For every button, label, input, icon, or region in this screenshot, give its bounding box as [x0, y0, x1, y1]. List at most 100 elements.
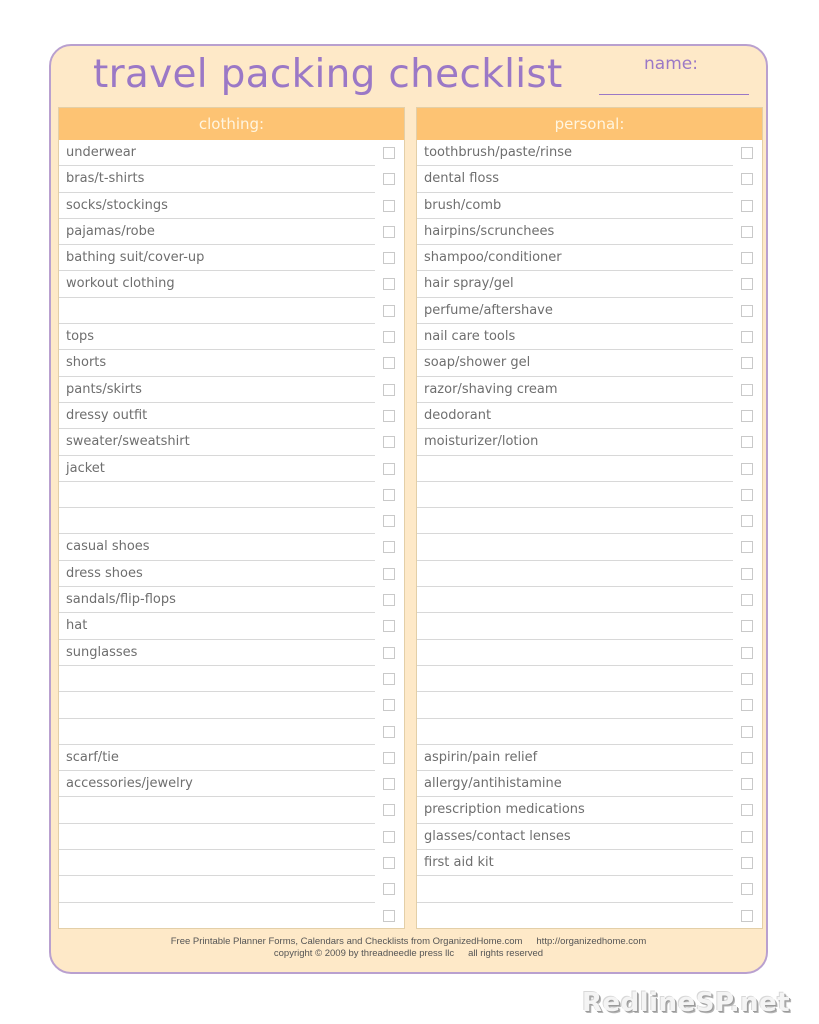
item-checkbox[interactable]: [741, 436, 753, 449]
footer-url[interactable]: http://organizedhome.com: [536, 936, 646, 947]
item-label: sandals/flip-flops: [66, 592, 176, 608]
item-label: pants/skirts: [66, 381, 142, 397]
item-checkbox[interactable]: [383, 147, 395, 159]
item-checkbox[interactable]: [741, 857, 753, 870]
item-label: hairpins/scrunchees: [424, 223, 555, 239]
item-checkbox[interactable]: [383, 409, 395, 422]
item-checkbox[interactable]: [383, 567, 395, 580]
checklist-row: [417, 613, 762, 640]
item-checkbox[interactable]: [383, 225, 395, 238]
item-checkbox[interactable]: [383, 594, 395, 607]
item-checkbox[interactable]: [383, 830, 395, 843]
item-checkbox[interactable]: [741, 541, 753, 554]
item-checkbox[interactable]: [741, 462, 753, 475]
item-checkbox[interactable]: [741, 278, 753, 291]
checklist-row: sunglasses: [59, 640, 404, 666]
item-checkbox[interactable]: [383, 331, 395, 344]
item-checkbox[interactable]: [383, 646, 395, 659]
item-checkbox[interactable]: [383, 462, 395, 475]
item-label: brush/comb: [424, 197, 502, 213]
item-checkbox[interactable]: [383, 751, 395, 764]
page-title: travel packing checklist: [93, 52, 563, 97]
item-checkbox[interactable]: [741, 620, 753, 633]
item-checkbox[interactable]: [383, 304, 395, 317]
item-checkbox[interactable]: [741, 331, 753, 344]
checklist-row: tops: [59, 324, 404, 351]
item-checkbox[interactable]: [383, 672, 395, 685]
item-label: casual shoes: [66, 539, 150, 555]
item-checkbox[interactable]: [741, 409, 753, 422]
item-checkbox[interactable]: [741, 699, 753, 712]
item-label: sweater/sweatshirt: [66, 434, 190, 450]
checklist-row: [417, 640, 762, 666]
item-checkbox[interactable]: [383, 778, 395, 791]
item-label: shampoo/conditioner: [424, 250, 562, 266]
checklist-row: dressy outfit: [59, 403, 404, 430]
item-checkbox[interactable]: [741, 725, 753, 738]
item-checkbox[interactable]: [741, 383, 753, 396]
item-checkbox[interactable]: [741, 225, 753, 238]
checklist-row: hat: [59, 613, 404, 640]
item-checkbox[interactable]: [741, 804, 753, 817]
item-checkbox[interactable]: [741, 778, 753, 791]
item-checkbox[interactable]: [741, 646, 753, 659]
item-checkbox[interactable]: [741, 751, 753, 764]
item-checkbox[interactable]: [741, 488, 753, 501]
checklist-row: deodorant: [417, 403, 762, 430]
checklist-row: [59, 824, 404, 851]
item-label: dress shoes: [66, 565, 143, 581]
item-checkbox[interactable]: [741, 304, 753, 317]
item-checkbox[interactable]: [383, 278, 395, 291]
checklist-row: first aid kit: [417, 850, 762, 877]
item-checkbox[interactable]: [383, 199, 395, 212]
item-checkbox[interactable]: [383, 515, 395, 528]
checklist-row: brush/comb: [417, 193, 762, 219]
item-checkbox[interactable]: [383, 857, 395, 870]
item-checkbox[interactable]: [383, 252, 395, 265]
item-checkbox[interactable]: [383, 357, 395, 370]
item-checkbox[interactable]: [741, 883, 753, 896]
item-checkbox[interactable]: [741, 173, 753, 186]
checklist-row: jacket: [59, 456, 404, 482]
item-label: moisturizer/lotion: [424, 434, 539, 450]
item-checkbox[interactable]: [383, 488, 395, 501]
item-checkbox[interactable]: [383, 383, 395, 396]
item-checkbox[interactable]: [741, 567, 753, 580]
item-checkbox[interactable]: [741, 672, 753, 685]
item-checkbox[interactable]: [383, 725, 395, 738]
checklist-row: [59, 666, 404, 693]
checklist-row: underwear: [59, 140, 404, 167]
item-checkbox[interactable]: [383, 883, 395, 896]
footer: Free Printable Planner Forms, Calendars …: [51, 936, 766, 960]
name-field[interactable]: [599, 94, 749, 95]
item-checkbox[interactable]: [383, 620, 395, 633]
checklist-row: hairpins/scrunchees: [417, 219, 762, 246]
item-checkbox[interactable]: [741, 252, 753, 265]
item-checkbox[interactable]: [383, 436, 395, 449]
item-checkbox[interactable]: [741, 147, 753, 159]
item-checkbox[interactable]: [383, 699, 395, 712]
footer-rights: all rights reserved: [468, 948, 544, 959]
item-checkbox[interactable]: [383, 173, 395, 186]
item-checkbox[interactable]: [741, 515, 753, 528]
item-checkbox[interactable]: [383, 909, 395, 922]
checklist-row: allergy/antihistamine: [417, 771, 762, 798]
checklist-row: shorts: [59, 350, 404, 377]
checklist-row: bras/t-shirts: [59, 166, 404, 193]
item-checkbox[interactable]: [383, 804, 395, 817]
checklist-row: [59, 797, 404, 824]
checklist-row: accessories/jewelry: [59, 771, 404, 798]
checklist-row: [59, 692, 404, 719]
checklist-row: [59, 876, 404, 903]
name-label: name:: [644, 54, 698, 74]
item-label: sunglasses: [66, 644, 138, 660]
item-checkbox[interactable]: [741, 909, 753, 922]
item-checkbox[interactable]: [741, 357, 753, 370]
item-checkbox[interactable]: [383, 541, 395, 554]
item-label: first aid kit: [424, 855, 494, 871]
item-checkbox[interactable]: [741, 594, 753, 607]
item-checkbox[interactable]: [741, 830, 753, 843]
checklist-row: sandals/flip-flops: [59, 587, 404, 614]
checklist-row: [417, 719, 762, 745]
item-checkbox[interactable]: [741, 199, 753, 212]
